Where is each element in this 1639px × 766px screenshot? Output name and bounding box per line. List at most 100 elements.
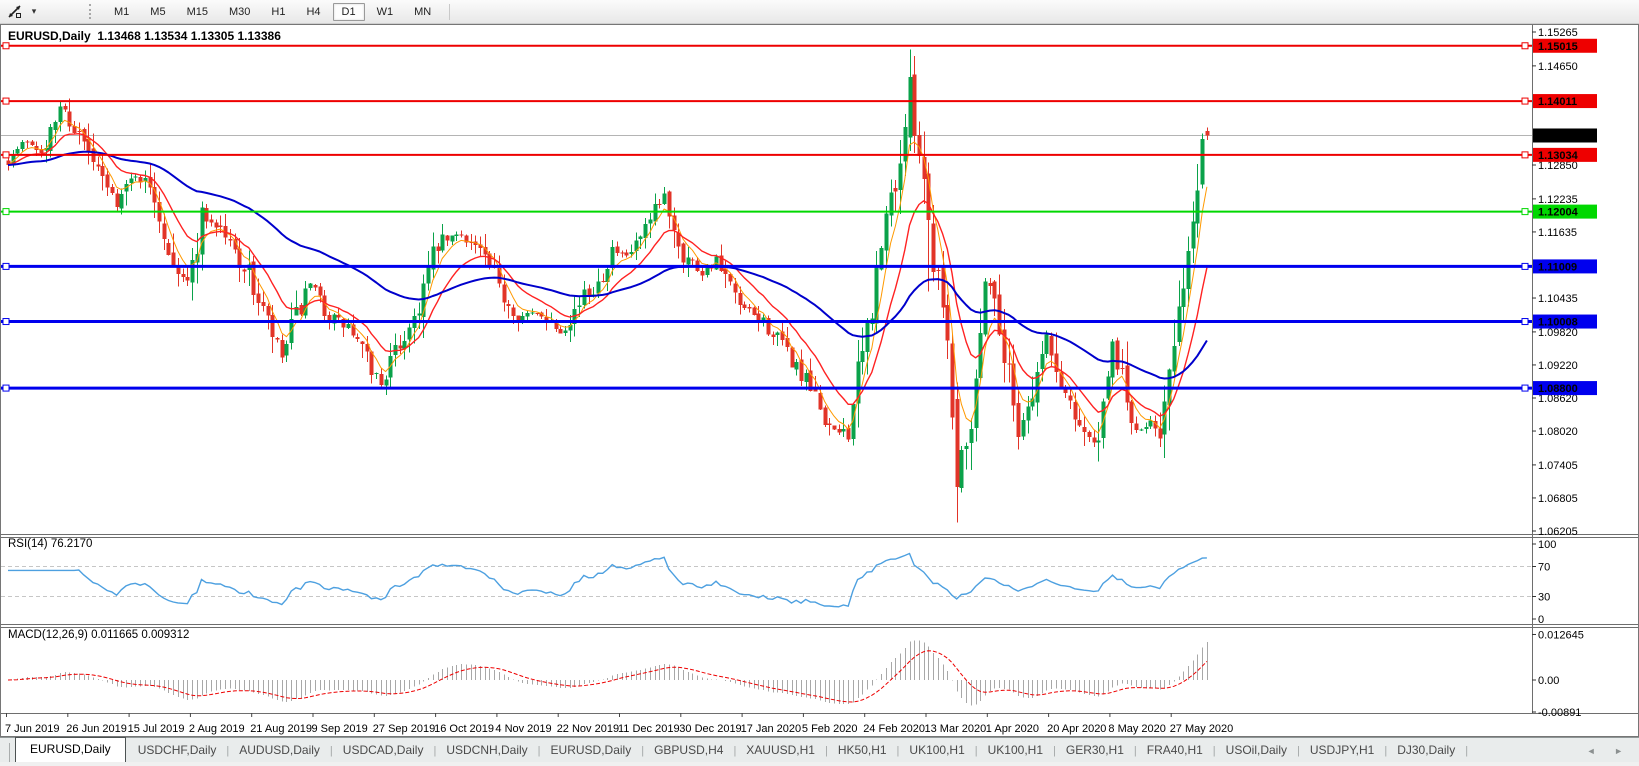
price-tick-label: 1.14650 xyxy=(1538,61,1578,73)
chart-tab-bar: EURUSD,DailyUSDCHF,Daily|AUDUSD,Daily|US… xyxy=(0,737,1639,762)
tabbar-grip[interactable] xyxy=(0,743,10,762)
tab-dj30-daily[interactable]: DJ30,Daily xyxy=(1387,740,1465,762)
macd-pane xyxy=(8,640,1208,705)
mt4-application: ▾ M1M5M15M30H1H4D1W1MN 1.15265 1.14650 1.1… xyxy=(0,0,1639,766)
hline-handle[interactable] xyxy=(3,98,9,104)
tab-usdcnh-daily[interactable]: USDCNH,Daily xyxy=(436,740,537,762)
date-label: 11 Dec 2019 xyxy=(618,723,680,735)
price-tick-label: 1.11635 xyxy=(1538,227,1577,239)
level-badge-1.15015-label: 1.15015 xyxy=(1538,41,1578,53)
hline-handle[interactable] xyxy=(1522,98,1528,104)
date-label: 16 Oct 2019 xyxy=(434,723,494,735)
timeframe-button-m15[interactable]: M15 xyxy=(178,3,217,21)
timeframe-button-mn[interactable]: MN xyxy=(405,3,440,21)
price-tick-label: 1.10435 xyxy=(1538,293,1578,305)
timeframe-toolbar: ▾ M1M5M15M30H1H4D1W1MN xyxy=(0,0,1639,24)
timeframe-button-w1[interactable]: W1 xyxy=(368,3,403,21)
current-price-badge-label: 1.13386 xyxy=(1538,130,1578,142)
tab-usdjpy-h1[interactable]: USDJPY,H1 xyxy=(1300,740,1384,762)
macd-tick-label: 0.012645 xyxy=(1538,629,1584,641)
tab-fra40-h1[interactable]: FRA40,H1 xyxy=(1137,740,1213,762)
price-tick-label: 1.09220 xyxy=(1538,360,1578,372)
price-tick-label: 1.06805 xyxy=(1538,493,1578,505)
date-label: 7 Jun 2019 xyxy=(5,723,59,735)
date-label: 27 May 2020 xyxy=(1170,723,1234,735)
macd-tick-label: 0.00 xyxy=(1538,675,1559,687)
hline-handle[interactable] xyxy=(1522,152,1528,158)
time-scale[interactable]: 7 Jun 201926 Jun 201915 Jul 20192 Aug 20… xyxy=(5,713,1233,735)
hline-handle[interactable] xyxy=(3,385,9,391)
tab-xauusd-h1[interactable]: XAUUSD,H1 xyxy=(736,740,825,762)
hline-handle[interactable] xyxy=(1522,263,1528,269)
tab-usdcad-daily[interactable]: USDCAD,Daily xyxy=(333,740,434,762)
rsi-pane xyxy=(1,554,1532,607)
date-label: 22 Nov 2019 xyxy=(557,723,619,735)
timeframe-button-m30[interactable]: M30 xyxy=(220,3,259,21)
tab-eurusd-daily[interactable]: EURUSD,Daily xyxy=(541,740,642,762)
hline-handle[interactable] xyxy=(3,209,9,215)
date-label: 26 Jun 2019 xyxy=(66,723,127,735)
timeframe-button-h1[interactable]: H1 xyxy=(262,3,294,21)
hline-handle[interactable] xyxy=(3,43,9,49)
tab-audusd-daily[interactable]: AUDUSD,Daily xyxy=(229,740,330,762)
date-label: 17 Jan 2020 xyxy=(741,723,802,735)
crosshair-tool-icon[interactable] xyxy=(3,3,27,21)
timeframe-button-m1[interactable]: M1 xyxy=(105,3,138,21)
level-badge-1.14011-label: 1.14011 xyxy=(1538,96,1577,108)
price-tick-label: 1.06205 xyxy=(1538,526,1578,538)
price-scale[interactable]: 1.152651.146501.128501.122351.116351.104… xyxy=(1532,27,1597,719)
tab-hk50-h1[interactable]: HK50,H1 xyxy=(828,740,897,762)
date-label: 21 Aug 2019 xyxy=(250,723,312,735)
tool-dropdown-icon[interactable]: ▾ xyxy=(27,3,41,21)
timeframe-button-d1[interactable]: D1 xyxy=(333,3,365,21)
date-label: 2 Aug 2019 xyxy=(189,723,245,735)
timeframe-button-group: M1M5M15M30H1H4D1W1MN xyxy=(105,3,443,21)
tab-gbpusd-h4[interactable]: GBPUSD,H4 xyxy=(644,740,733,762)
level-badge-1.08800-label: 1.08800 xyxy=(1538,383,1578,395)
chart-canvas[interactable]: 1.152651.146501.128501.122351.116351.104… xyxy=(1,25,1638,736)
toolbar-grip[interactable] xyxy=(89,4,93,19)
date-label: 13 Mar 2020 xyxy=(925,723,987,735)
level-badge-1.13034-label: 1.13034 xyxy=(1538,150,1579,162)
macd-signal-line xyxy=(8,651,1207,702)
tab-separator: | xyxy=(1465,745,1468,762)
price-tick-label: 1.09820 xyxy=(1538,327,1578,339)
date-label: 5 Feb 2020 xyxy=(802,723,858,735)
tab-eurusd-daily[interactable]: EURUSD,Daily xyxy=(15,737,126,762)
candlestick-layer xyxy=(7,49,1210,522)
date-label: 24 Feb 2020 xyxy=(863,723,925,735)
tab-ger30-h1[interactable]: GER30,H1 xyxy=(1056,740,1134,762)
pane-frames xyxy=(1,25,1638,714)
rsi-tick-label: 30 xyxy=(1538,592,1550,604)
hline-handle[interactable] xyxy=(3,319,9,325)
date-label: 30 Dec 2019 xyxy=(679,723,741,735)
hline-handle[interactable] xyxy=(3,263,9,269)
hline-handle[interactable] xyxy=(3,152,9,158)
timeframe-button-h4[interactable]: H4 xyxy=(297,3,329,21)
tab-usdchf-daily[interactable]: USDCHF,Daily xyxy=(128,740,227,762)
rsi-tick-label: 0 xyxy=(1538,614,1544,626)
tab-uk100-h1[interactable]: UK100,H1 xyxy=(899,740,974,762)
price-tick-label: 1.07405 xyxy=(1538,460,1578,472)
hline-handle[interactable] xyxy=(1522,319,1528,325)
hline-handle[interactable] xyxy=(1522,209,1528,215)
price-tick-label: 1.08020 xyxy=(1538,426,1578,438)
tab-scroll-arrows[interactable]: ◄ ► xyxy=(1587,746,1631,756)
chart-window: 1.152651.146501.128501.122351.116351.104… xyxy=(0,24,1639,737)
rsi-tick-label: 100 xyxy=(1538,539,1556,551)
tab-usoil-daily[interactable]: USOil,Daily xyxy=(1216,740,1297,762)
timeframe-button-m5[interactable]: M5 xyxy=(141,3,174,21)
hline-handle[interactable] xyxy=(1522,43,1528,49)
level-badge-1.11009-label: 1.11009 xyxy=(1538,261,1577,273)
date-label: 9 Sep 2019 xyxy=(312,723,368,735)
date-label: 1 Apr 2020 xyxy=(986,723,1039,735)
toolbar-separator xyxy=(449,4,450,20)
price-tick-label: 1.15265 xyxy=(1538,27,1578,39)
macd-tick-label: -0.00891 xyxy=(1538,707,1581,719)
tab-uk100-h1[interactable]: UK100,H1 xyxy=(978,740,1053,762)
hline-handle[interactable] xyxy=(1522,385,1528,391)
date-label: 4 Nov 2019 xyxy=(495,723,551,735)
date-label: 20 Apr 2020 xyxy=(1047,723,1106,735)
date-label: 8 May 2020 xyxy=(1108,723,1165,735)
rsi-tick-label: 70 xyxy=(1538,562,1550,574)
